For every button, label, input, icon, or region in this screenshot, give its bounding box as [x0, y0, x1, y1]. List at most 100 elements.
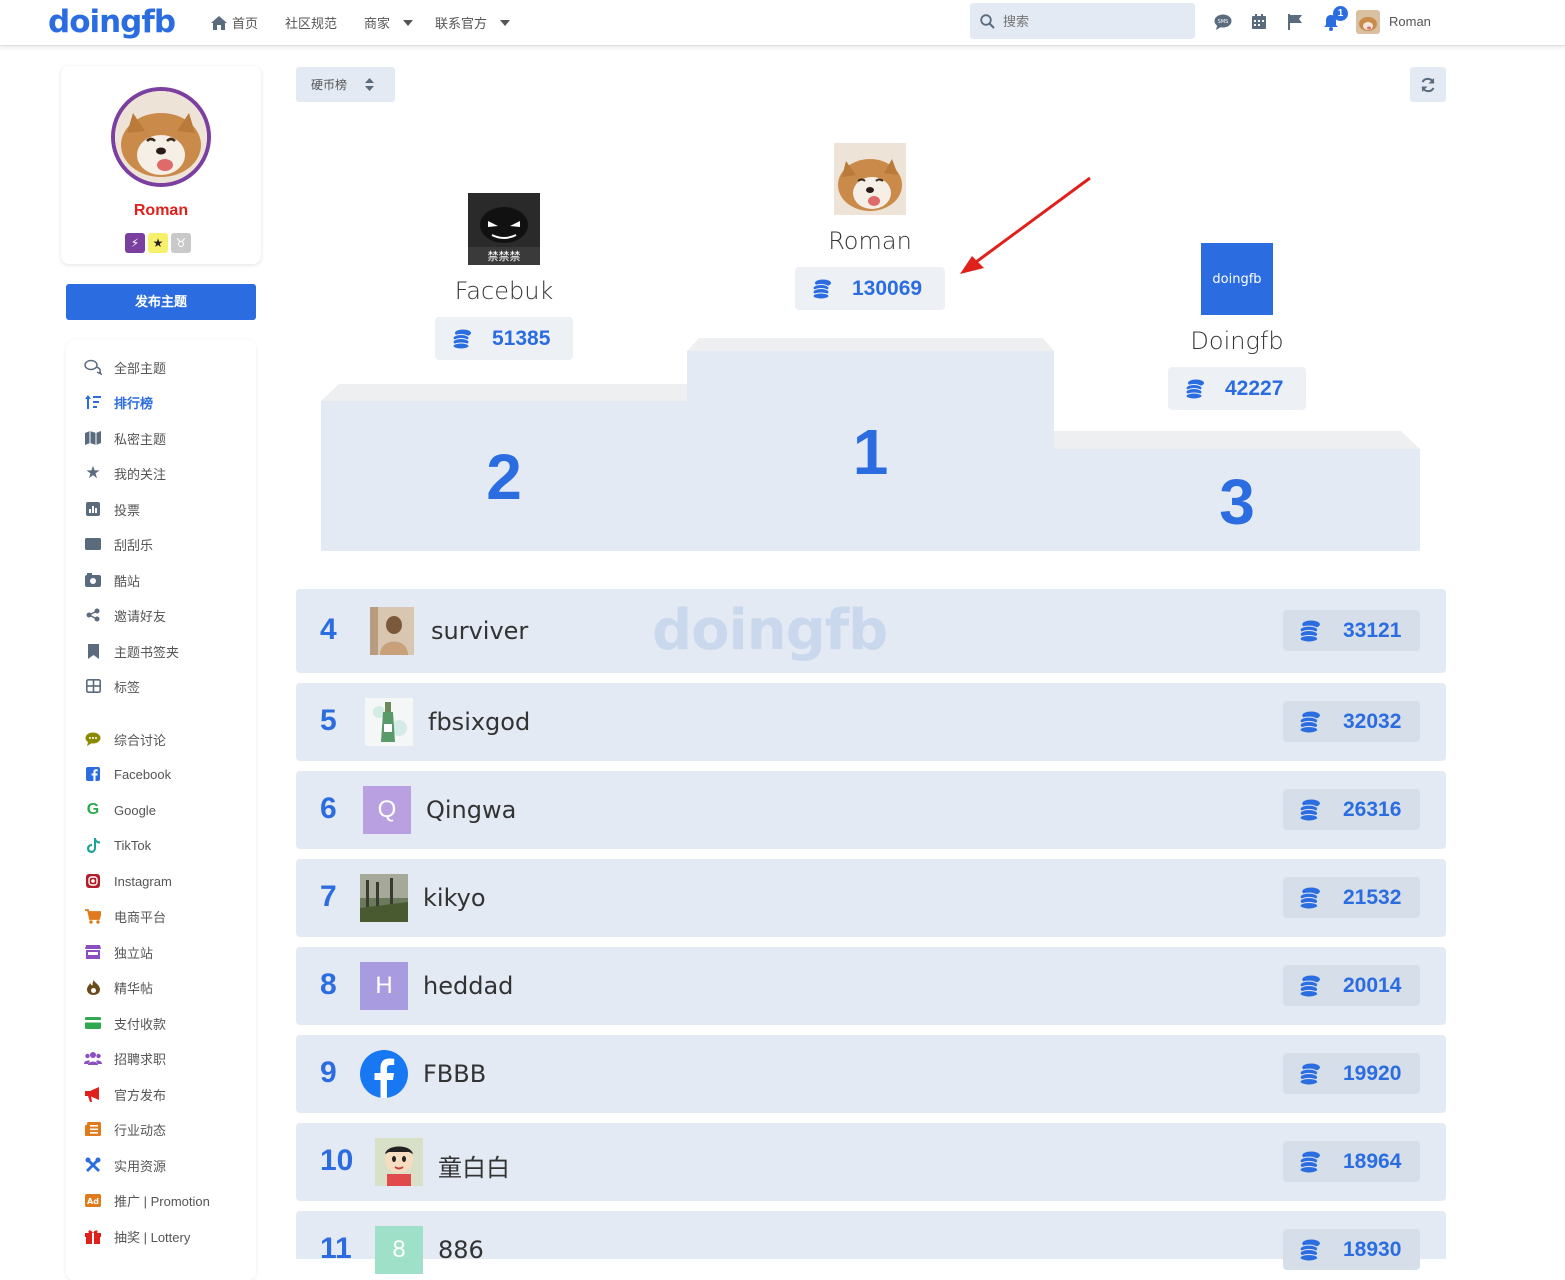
row-coins: 20014 — [1283, 965, 1420, 1006]
sidebar-item-featured[interactable]: 精华帖 — [84, 977, 153, 997]
nav-merchants[interactable]: 商家 — [364, 13, 414, 32]
instagram-icon — [84, 872, 102, 890]
sidebar-item-polls[interactable]: 投票 — [84, 499, 140, 519]
calendar-icon[interactable] — [1249, 12, 1269, 32]
table-row[interactable]: 10 童白白 18964 — [296, 1123, 1446, 1201]
sidebar-item-all-topics[interactable]: 全部主题 — [84, 357, 166, 377]
search-box[interactable] — [970, 3, 1195, 39]
table-row[interactable]: 8 H heddad 20014 — [296, 947, 1446, 1025]
nav-home[interactable]: 首页 — [211, 13, 258, 32]
sidebar-item-label: 私密主题 — [114, 431, 167, 447]
sidebar-item-cool-sites[interactable]: 酷站 — [84, 570, 140, 590]
row-rank: 6 — [320, 792, 337, 825]
publish-topic-button[interactable]: 发布主题 — [66, 284, 256, 320]
sidebar-item-promotion[interactable]: Ad 推广 | Promotion — [84, 1190, 210, 1210]
tiktok-icon — [84, 836, 102, 854]
sidebar-item-google[interactable]: G Google — [84, 800, 156, 820]
table-row[interactable]: 9 FBBB 19920 — [296, 1035, 1446, 1113]
ad-icon: Ad — [84, 1191, 102, 1209]
row-username[interactable]: 886 — [438, 1236, 484, 1264]
table-row[interactable]: 5 fbsixgod 32032 — [296, 683, 1446, 761]
profile-name[interactable]: Roman — [61, 202, 261, 220]
leaderboard-type-select[interactable]: 硬币榜 — [296, 67, 395, 102]
podium-avatar-2[interactable]: 禁禁禁 — [468, 193, 540, 265]
ribbon-medal-icon[interactable]: ♉ — [171, 233, 191, 253]
sidebar-item-industry[interactable]: 行业动态 — [84, 1119, 166, 1139]
row-coins-value: 33121 — [1343, 618, 1402, 642]
sidebar-item-label: 实用资源 — [114, 1158, 167, 1174]
comment-icon — [84, 730, 102, 748]
nav-contact-label: 联系官方 — [435, 16, 488, 31]
podium-rank-3: 3 — [1219, 466, 1255, 538]
sidebar-item-official[interactable]: 官方发布 — [84, 1084, 166, 1104]
sidebar-item-payments[interactable]: 支付收款 — [84, 1013, 166, 1033]
top-username[interactable]: Roman — [1389, 14, 1431, 29]
avatar[interactable]: Q — [363, 786, 411, 834]
row-rank: 10 — [320, 1144, 354, 1177]
facebook-icon — [360, 1050, 408, 1098]
sidebar-item-bookmarks[interactable]: 主题书签夹 — [84, 641, 179, 661]
refresh-button[interactable] — [1410, 67, 1446, 102]
sidebar-item-label: 投票 — [114, 502, 141, 518]
star-medal-icon[interactable]: ★ — [148, 233, 168, 253]
sidebar-item-lottery[interactable]: 抽奖 | Lottery — [84, 1226, 190, 1246]
row-username[interactable]: Qingwa — [426, 796, 516, 824]
row-username[interactable]: kikyo — [423, 884, 486, 912]
row-coins-value: 19920 — [1343, 1061, 1402, 1085]
avatar[interactable]: H — [360, 962, 408, 1010]
row-username[interactable]: 童白白 — [438, 1148, 510, 1183]
profile-avatar[interactable] — [111, 87, 211, 187]
table-row[interactable]: 11 8 886 18930 — [296, 1211, 1446, 1274]
row-coins: 19920 — [1283, 1053, 1420, 1094]
sidebar-item-scratch[interactable]: 刮刮乐 — [84, 534, 153, 554]
notification-bell[interactable]: 1 — [1321, 6, 1348, 32]
sidebar-item-facebook[interactable]: Facebook — [84, 764, 171, 784]
avatar[interactable] — [375, 1138, 423, 1186]
sidebar-item-independent-site[interactable]: 独立站 — [84, 942, 153, 962]
sidebar-item-label: 招聘求职 — [114, 1051, 167, 1067]
site-logo[interactable]: doingfb — [48, 4, 176, 40]
home-icon — [211, 15, 227, 30]
row-username[interactable]: surviver — [431, 617, 528, 645]
sidebar-item-tiktok[interactable]: TikTok — [84, 835, 151, 855]
row-coins: 26316 — [1283, 789, 1420, 830]
sidebar-item-tags[interactable]: 标签 — [84, 676, 140, 696]
avatar[interactable] — [368, 607, 416, 655]
sidebar-item-invite[interactable]: 邀请好友 — [84, 605, 166, 625]
row-username[interactable]: FBBB — [423, 1060, 486, 1088]
leaderboard-type-label: 硬币榜 — [311, 78, 348, 92]
sidebar-item-instagram[interactable]: Instagram — [84, 871, 172, 891]
avatar[interactable] — [365, 698, 413, 746]
sidebar-item-ecommerce[interactable]: 电商平台 — [84, 906, 166, 926]
users-icon — [84, 1049, 102, 1067]
newspaper-icon — [84, 1120, 102, 1138]
chat-bubbles-icon — [84, 358, 102, 376]
nav-contact[interactable]: 联系官方 — [435, 13, 511, 32]
podium-avatar-1[interactable] — [834, 143, 906, 215]
avatar[interactable] — [1356, 10, 1380, 34]
sidebar-item-general[interactable]: 综合讨论 — [84, 729, 166, 749]
sms-icon[interactable]: SMS — [1213, 12, 1233, 32]
sidebar-item-leaderboard[interactable]: 排行榜 — [84, 392, 153, 412]
search-input[interactable] — [1003, 13, 1183, 29]
avatar[interactable] — [360, 1050, 408, 1098]
flag-icon[interactable] — [1285, 12, 1305, 32]
sidebar-item-private[interactable]: 私密主题 — [84, 428, 166, 448]
coins-icon — [1299, 975, 1320, 997]
sidebar-item-following[interactable]: ★ 我的关注 — [84, 463, 166, 483]
avatar[interactable] — [360, 874, 408, 922]
sidebar-item-jobs[interactable]: 招聘求职 — [84, 1048, 166, 1068]
podium-avatar-3[interactable]: doingfb — [1201, 243, 1273, 315]
table-row[interactable]: 6 Q Qingwa 26316 — [296, 771, 1446, 849]
podium-name-2[interactable]: Facebuk — [394, 277, 614, 305]
sidebar-item-resources[interactable]: 实用资源 — [84, 1155, 166, 1175]
nav-community-rules[interactable]: 社区规范 — [285, 13, 337, 32]
row-username[interactable]: fbsixgod — [428, 708, 530, 736]
avatar[interactable]: 8 — [375, 1226, 423, 1274]
facebook-icon — [84, 765, 102, 783]
sidebar-item-label: 支付收款 — [114, 1016, 167, 1032]
podium-name-1[interactable]: Roman — [760, 227, 980, 255]
table-row[interactable]: 7 kikyo 21532 — [296, 859, 1446, 937]
lightning-medal-icon[interactable]: ⚡ — [125, 233, 145, 253]
row-username[interactable]: heddad — [423, 972, 513, 1000]
